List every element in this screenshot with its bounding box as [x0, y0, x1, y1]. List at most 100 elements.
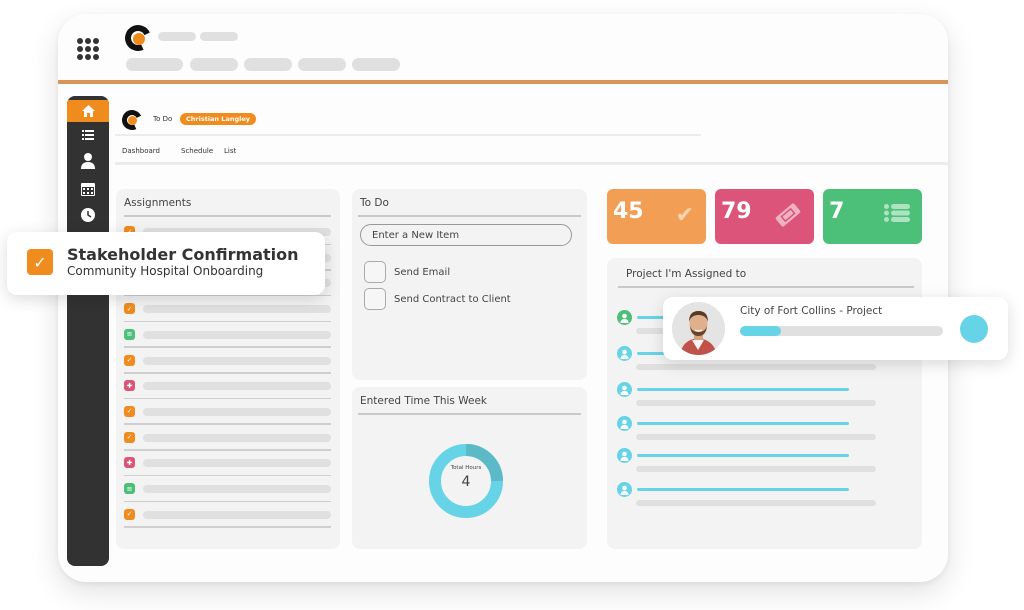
assignment-row[interactable]: ✓: [124, 296, 331, 323]
todo-card: To Do Send Email Send Contract to Client: [352, 189, 587, 380]
ticket-icon: ✚: [124, 380, 135, 392]
total-hours-value: 4: [461, 474, 471, 490]
time-title: Entered Time This Week: [360, 395, 488, 407]
card-divider: [358, 215, 581, 217]
project-title-placeholder: [637, 422, 849, 425]
calendar-icon: [81, 183, 95, 196]
todo-item-label: Send Contract to Client: [394, 293, 511, 305]
ticket-icon: [774, 203, 802, 233]
top-menu-item[interactable]: [126, 58, 183, 71]
app-grid-icon[interactable]: [77, 38, 99, 60]
projects-title: Project I'm Assigned to: [626, 268, 747, 280]
list-icon: [884, 203, 910, 228]
top-menu-item[interactable]: [190, 58, 238, 71]
user-avatar-icon: [617, 382, 632, 397]
breadcrumb-todo[interactable]: To Do: [153, 115, 172, 123]
task-icon: ✓: [124, 431, 135, 443]
todo-title: To Do: [360, 197, 389, 209]
assignment-placeholder: [143, 510, 331, 519]
tab-list[interactable]: List: [224, 147, 236, 155]
status-dot[interactable]: [960, 315, 988, 343]
stat-value: 45: [613, 199, 644, 224]
new-item-input[interactable]: [360, 224, 572, 246]
progress-fill: [740, 326, 781, 336]
header-divider: [58, 80, 948, 84]
placeholder-pill: [200, 32, 238, 41]
project-row[interactable]: [617, 382, 887, 412]
row-divider: [124, 526, 331, 528]
todo-checkbox[interactable]: [364, 261, 386, 283]
card-divider: [124, 215, 331, 217]
assignment-row[interactable]: ✚: [124, 373, 331, 400]
assignment-row[interactable]: ✚: [124, 450, 331, 477]
todo-item-label: Send Email: [394, 266, 451, 278]
assignment-row[interactable]: ✓: [124, 348, 331, 374]
check-icon: ✔: [675, 203, 694, 228]
stat-tasks[interactable]: 45 ✔: [607, 189, 706, 244]
assignment-row[interactable]: ≡: [124, 322, 331, 348]
user-avatar-photo: [672, 302, 725, 355]
project-popup[interactable]: City of Fort Collins - Project: [663, 297, 1008, 360]
popup-task-subtitle: Community Hospital Onboarding: [67, 264, 264, 278]
assignment-row[interactable]: ≡: [124, 476, 331, 502]
ticket-icon: ✚: [124, 457, 135, 469]
user-avatar-icon: [617, 482, 632, 497]
stat-lists[interactable]: 7: [823, 189, 922, 244]
placeholder-pill: [158, 32, 196, 41]
todo-item[interactable]: Send Contract to Client: [364, 288, 511, 310]
task-icon: ✓: [124, 508, 135, 520]
user-avatar-icon: [617, 346, 632, 361]
user-icon: [81, 153, 95, 169]
clock-icon: [81, 208, 95, 222]
todo-checkbox[interactable]: [364, 288, 386, 310]
checkbox-checked-icon[interactable]: ✓: [27, 249, 53, 275]
brand-logo[interactable]: [121, 21, 155, 55]
donut-center-label: Total Hours: [450, 465, 482, 471]
top-menu-item[interactable]: [298, 58, 346, 71]
sidebar-item-home[interactable]: [67, 100, 109, 122]
user-avatar-icon: [617, 416, 632, 431]
tabs-rule: [115, 162, 948, 165]
sidebar-item-list[interactable]: [67, 124, 109, 146]
sidebar-item-user[interactable]: [67, 150, 109, 172]
assignment-placeholder: [143, 305, 331, 314]
todo-item[interactable]: Send Email: [364, 261, 450, 283]
tab-dashboard[interactable]: Dashboard: [122, 147, 160, 155]
assignment-row[interactable]: ✓: [124, 399, 331, 425]
project-row[interactable]: [617, 416, 887, 446]
project-detail-placeholder: [636, 466, 876, 472]
sidebar-item-time[interactable]: [67, 204, 109, 226]
user-avatar-icon: [617, 448, 632, 463]
sidebar: [67, 96, 109, 566]
card-divider: [618, 286, 914, 288]
assignment-row[interactable]: ✓: [124, 502, 331, 528]
time-card: Entered Time This Week Total Hours 4: [352, 387, 587, 549]
stat-value: 79: [721, 199, 752, 224]
tab-schedule[interactable]: Schedule: [181, 147, 213, 155]
assignment-placeholder: [143, 382, 331, 391]
list-icon: ≡: [124, 483, 135, 494]
sidebar-item-calendar[interactable]: [67, 178, 109, 200]
user-avatar-icon: [617, 310, 632, 325]
project-title-placeholder: [637, 488, 849, 491]
assignment-row[interactable]: ✓: [124, 425, 331, 451]
stakeholder-popup[interactable]: ✓ Stakeholder Confirmation Community Hos…: [7, 232, 325, 295]
project-title-placeholder: [637, 388, 849, 391]
stat-tickets[interactable]: 79: [715, 189, 814, 244]
stat-value: 7: [829, 199, 845, 224]
assignment-placeholder: [143, 407, 331, 416]
task-icon: ✓: [124, 405, 135, 417]
task-icon: ✓: [124, 303, 135, 315]
project-detail-placeholder: [636, 500, 876, 506]
home-icon: [81, 105, 95, 117]
project-row[interactable]: [617, 448, 887, 478]
assignment-placeholder: [143, 433, 331, 442]
top-menu-item[interactable]: [352, 58, 400, 71]
project-row[interactable]: [617, 482, 887, 512]
task-icon: ✓: [124, 354, 135, 366]
project-name: City of Fort Collins - Project: [740, 305, 883, 317]
top-menu-item[interactable]: [244, 58, 292, 71]
list-icon: ≡: [124, 328, 135, 340]
project-title-placeholder: [637, 454, 849, 457]
user-badge[interactable]: Christian Langley: [180, 113, 256, 125]
